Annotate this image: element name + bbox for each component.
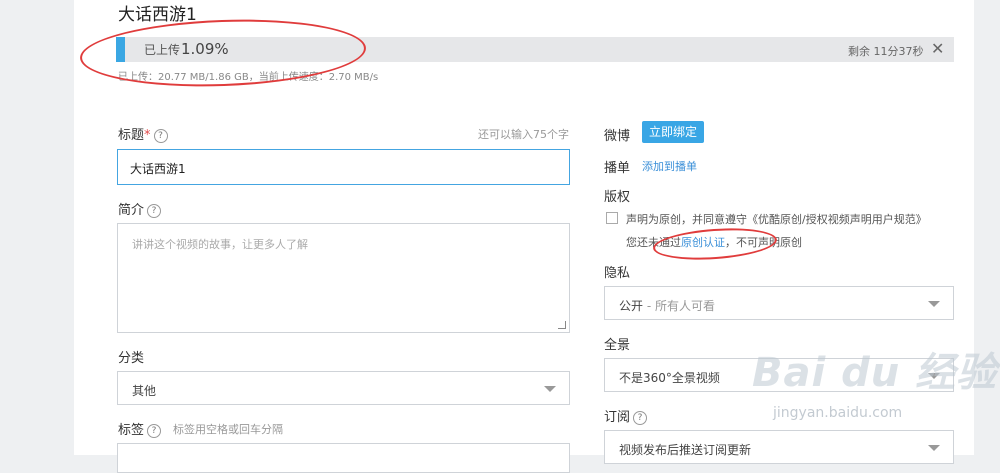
subscribe-select-value: 视频发布后推送订阅更新 bbox=[619, 443, 752, 457]
add-to-playlist-link[interactable]: 添加到播单 bbox=[642, 158, 697, 174]
bind-weibo-button[interactable]: 立即绑定 bbox=[642, 121, 704, 143]
question-icon[interactable]: ? bbox=[147, 204, 162, 218]
baidu-watermark: Bai du 经验 bbox=[752, 350, 998, 396]
tags-input[interactable] bbox=[117, 443, 570, 473]
caret-down-icon bbox=[928, 445, 940, 451]
title-input-value: 大话西游1 bbox=[130, 162, 186, 176]
page-title: 大话西游1 bbox=[118, 5, 197, 25]
original-declaration-checkbox[interactable] bbox=[606, 212, 618, 224]
title-input[interactable]: 大话西游1 bbox=[117, 149, 570, 185]
question-icon[interactable]: ? bbox=[147, 424, 162, 438]
category-select[interactable]: 其他 bbox=[117, 371, 570, 405]
question-icon[interactable]: ? bbox=[153, 129, 168, 143]
panorama-label: 全景 bbox=[604, 338, 631, 353]
copyright-label: 版权 bbox=[604, 190, 631, 205]
privacy-label: 隐私 bbox=[604, 266, 631, 281]
question-icon[interactable]: ? bbox=[633, 411, 648, 425]
playlist-label: 播单 bbox=[604, 161, 631, 176]
intro-placeholder: 讲讲这个视频的故事，让更多人了解 bbox=[132, 238, 308, 251]
resize-handle-icon[interactable] bbox=[558, 321, 566, 329]
title-char-count: 还可以输入75个字 bbox=[478, 128, 569, 141]
close-icon[interactable]: ✕ bbox=[931, 39, 944, 58]
caret-down-icon bbox=[928, 301, 940, 307]
subscribe-label: 订阅? bbox=[604, 406, 648, 425]
baidu-watermark-url: jingyan.baidu.com bbox=[773, 405, 903, 421]
upload-remaining-time: 剩余 11分37秒 bbox=[848, 45, 924, 58]
tags-field-label: 标签? bbox=[118, 419, 162, 438]
intro-textarea[interactable]: 讲讲这个视频的故事，让更多人了解 bbox=[117, 223, 570, 333]
required-mark: * bbox=[144, 128, 151, 143]
caret-down-icon bbox=[544, 386, 556, 392]
title-field-label: 标题*? bbox=[118, 124, 168, 143]
original-declaration-text: 声明为原创，并同意遵守《优酷原创/授权视频声明用户规范》 bbox=[626, 213, 927, 226]
category-field-label: 分类 bbox=[118, 351, 145, 366]
privacy-select[interactable]: 公开 - 所有人可看 bbox=[604, 286, 954, 320]
subscribe-select[interactable]: 视频发布后推送订阅更新 bbox=[604, 430, 954, 464]
privacy-select-value: 公开 - 所有人可看 bbox=[619, 299, 715, 313]
panorama-select-value: 不是360°全景视频 bbox=[619, 371, 720, 385]
weibo-label: 微博 bbox=[604, 129, 631, 144]
category-select-value: 其他 bbox=[132, 384, 157, 398]
tags-hint: 标签用空格或回车分隔 bbox=[173, 423, 283, 436]
intro-field-label: 简介? bbox=[118, 199, 162, 218]
